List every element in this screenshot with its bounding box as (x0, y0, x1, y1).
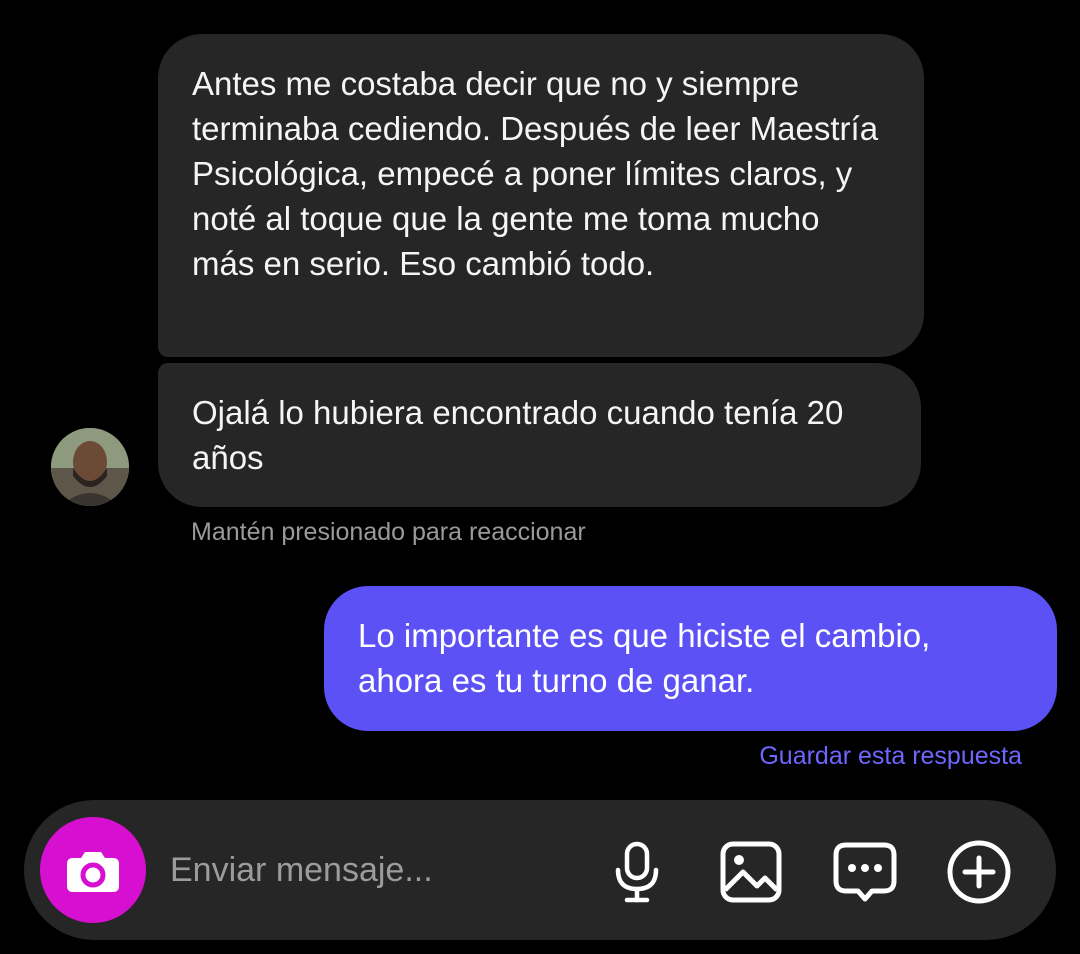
camera-button[interactable] (40, 817, 146, 923)
reaction-hint: Mantén presionado para reaccionar (191, 518, 586, 546)
camera-icon (67, 852, 119, 892)
message-text: Antes me costaba decir que no y siempre … (192, 65, 879, 282)
microphone-button[interactable] (604, 839, 670, 905)
image-icon (720, 841, 782, 903)
message-input[interactable] (170, 842, 590, 898)
avatar[interactable] (51, 428, 129, 506)
message-composer (24, 800, 1056, 940)
sticker-chat-icon (833, 842, 897, 902)
plus-circle-icon (947, 840, 1011, 904)
avatar-photo (51, 428, 129, 506)
received-message[interactable]: Ojalá lo hubiera encontrado cuando tenía… (158, 363, 921, 507)
gallery-button[interactable] (718, 839, 784, 905)
more-button[interactable] (946, 839, 1012, 905)
sticker-button[interactable] (832, 839, 898, 905)
message-text: Ojalá lo hubiera encontrado cuando tenía… (192, 394, 844, 476)
message-text: Lo importante es que hiciste el cambio, … (358, 617, 931, 699)
sent-message[interactable]: Lo importante es que hiciste el cambio, … (324, 586, 1057, 731)
microphone-icon (615, 841, 659, 903)
received-message[interactable]: Antes me costaba decir que no y siempre … (158, 34, 924, 357)
save-reply-link[interactable]: Guardar esta respuesta (759, 742, 1022, 771)
